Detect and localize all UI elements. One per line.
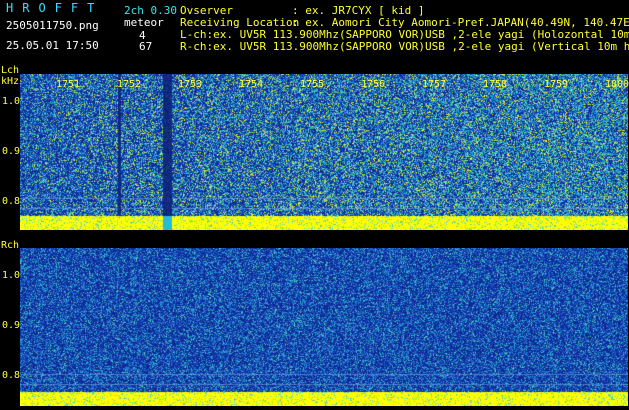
rch-spectrogram — [20, 248, 628, 406]
rch-receiver-info: R-ch:ex. UV5R 113.900Mhz(SAPPORO VOR)USB… — [180, 40, 629, 53]
time-tick-label: 1758 — [483, 79, 508, 90]
lch-channel-label: Lch — [1, 65, 20, 76]
lch-unit-label: kHz — [1, 76, 20, 87]
time-tick-label: 1751 — [56, 79, 81, 90]
rch-y-tick: 0.9 — [2, 320, 21, 331]
time-tick-label: 1755 — [300, 79, 325, 90]
meteor-label: meteor — [124, 16, 164, 29]
time-tick-label: 1754 — [239, 79, 264, 90]
time-tick-label: 1757 — [422, 79, 447, 90]
app-logo: HROFFT — [6, 1, 104, 15]
lch-spectrogram — [20, 74, 628, 230]
time-tick-label: 1752 — [117, 79, 142, 90]
rch-y-tick: 0.8 — [2, 370, 21, 381]
meteor-count-right: 67 — [139, 40, 153, 53]
time-tick-label: 1800 — [605, 79, 629, 90]
rch-channel-label: Rch — [1, 240, 20, 251]
lch-y-tick: 1.0 — [2, 96, 21, 107]
filename-label: 2505011750.png — [6, 19, 99, 32]
time-tick-label: 1759 — [544, 79, 569, 90]
time-tick-label: 1756 — [361, 79, 386, 90]
lch-y-tick: 0.9 — [2, 146, 21, 157]
datetime-label: 25.05.01 17:50 — [6, 39, 99, 52]
time-tick-label: 1753 — [178, 79, 203, 90]
rch-y-tick: 1.0 — [2, 270, 21, 281]
lch-y-tick: 0.8 — [2, 196, 21, 207]
